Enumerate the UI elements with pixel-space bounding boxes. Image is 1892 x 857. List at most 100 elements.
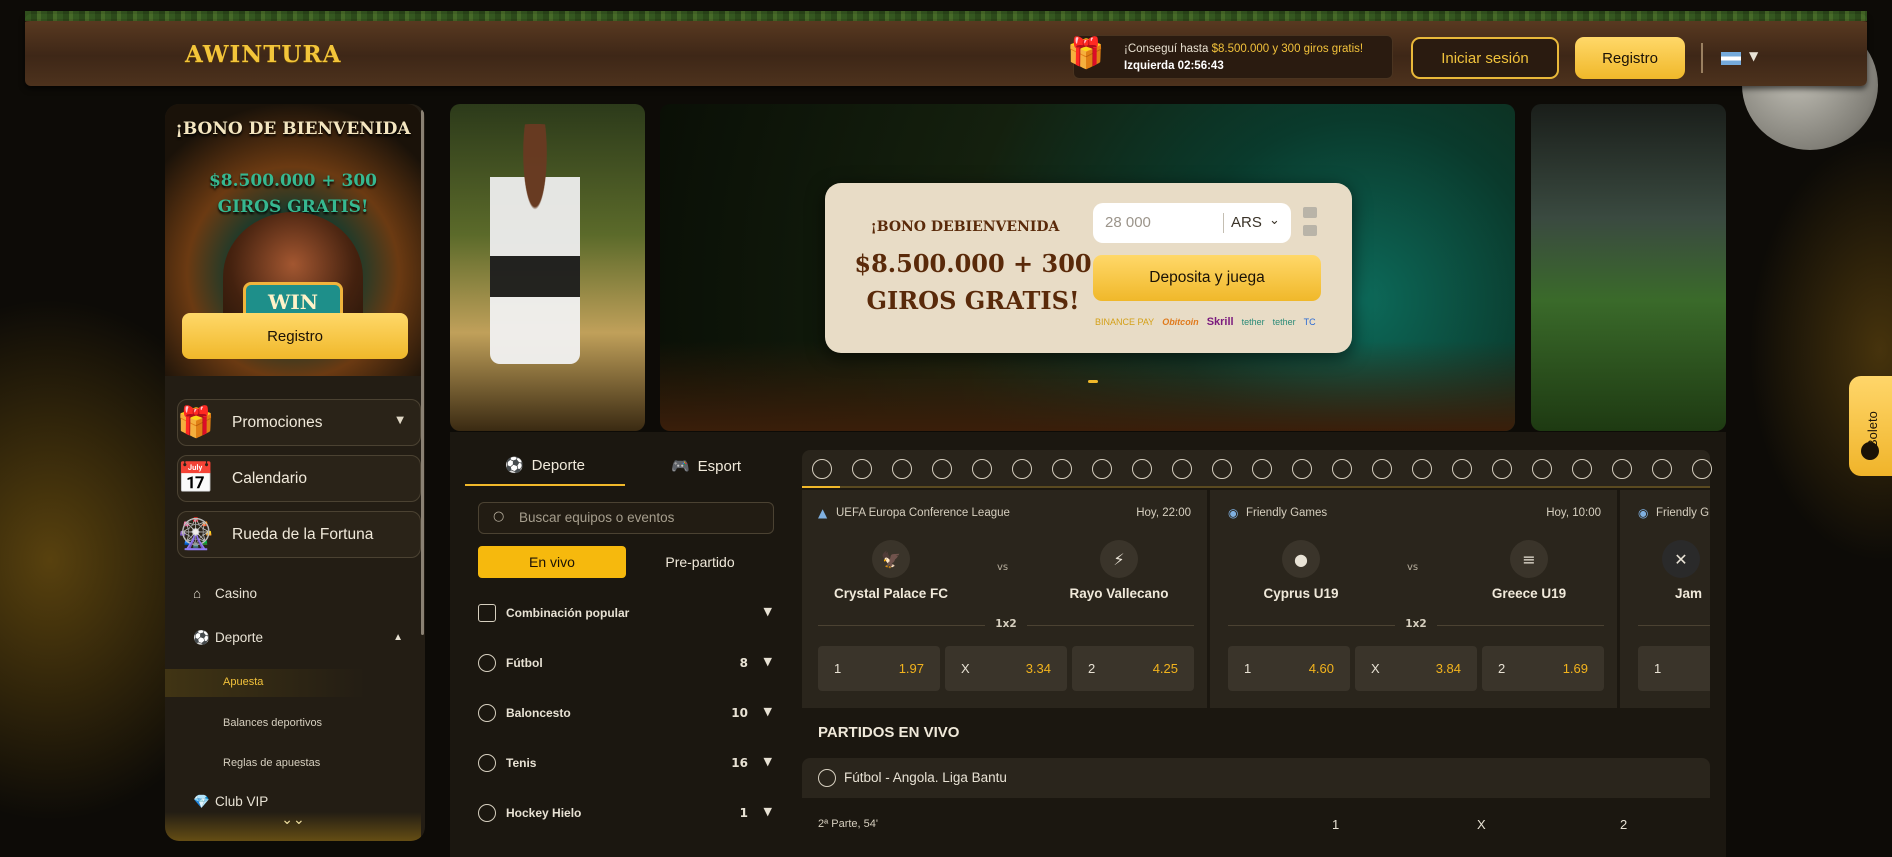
deposit-play-button[interactable]: Deposita y juega: [1093, 255, 1321, 301]
basketball-icon[interactable]: [852, 459, 872, 479]
sidebar-item-calendario[interactable]: 📅 Calendario: [177, 455, 421, 502]
sidebar-item-club-vip[interactable]: 💎 Club VIP: [193, 794, 268, 810]
baseball-icon[interactable]: [1012, 459, 1032, 479]
bonus-amount: $8.500.000 + 300 GIROS GRATIS!: [854, 249, 1092, 315]
logo[interactable]: AWINTURA: [185, 41, 341, 68]
chevron-down-icon: ▼: [396, 415, 404, 426]
golf-icon[interactable]: [1572, 459, 1592, 479]
login-button[interactable]: Iniciar sesión: [1411, 37, 1559, 79]
trophy-icon[interactable]: [1372, 459, 1392, 479]
field-divider: [1223, 213, 1224, 233]
sidebar-item-label: Calendario: [232, 470, 307, 487]
volleyball-icon[interactable]: [972, 459, 992, 479]
sidebar-scrollbar[interactable]: [421, 110, 424, 635]
sport-icons-bar: [802, 450, 1712, 488]
sport-label: Tenis: [506, 756, 537, 770]
odd-button[interactable]: 1: [1638, 646, 1710, 691]
tab-label: Esport: [697, 457, 742, 475]
chevron-down-icon[interactable]: ▼: [1749, 49, 1758, 63]
sidebar-item-promociones[interactable]: 🎁 Promociones ▼: [177, 399, 421, 446]
more-sports-icon[interactable]: [1692, 459, 1712, 479]
live-match-row[interactable]: 2ª Parte, 54' 1 X 2: [802, 800, 1710, 857]
calendar-icon: 📅: [177, 461, 215, 496]
player-illustration: [490, 124, 580, 364]
sport-row-hockey[interactable]: Hockey Hielo 1 ▼: [478, 800, 774, 830]
sport-count: 1: [739, 806, 748, 820]
betslip-tab[interactable]: Boleto: [1849, 376, 1892, 476]
market-label: 1x2: [802, 618, 1210, 630]
badminton-icon[interactable]: [1292, 459, 1312, 479]
sport-row-tenis[interactable]: Tenis 16 ▼: [478, 750, 774, 780]
live-toggle-button[interactable]: En vivo: [478, 546, 626, 578]
basketball-icon: [478, 704, 496, 722]
hockey-icon[interactable]: [932, 459, 952, 479]
sidebar-item-label: Deporte: [215, 630, 264, 645]
sport-row-baloncesto[interactable]: Baloncesto 10 ▼: [478, 700, 774, 730]
sidebar-sub-apuesta[interactable]: Apuesta: [223, 676, 263, 688]
match-card[interactable]: ◉ Friendly Games Hoy, 10:00 ● ≡ Cyprus U…: [1212, 490, 1620, 708]
odd-button[interactable]: 2 1.69: [1482, 646, 1604, 691]
chevron-down-icon[interactable]: ⌄: [1269, 213, 1280, 228]
home-team: Cyprus U19: [1263, 586, 1339, 601]
tab-esport[interactable]: 🎮 Esport: [625, 446, 787, 486]
sidebar-register-button[interactable]: Registro: [182, 313, 408, 359]
sidebar-sub-reglas[interactable]: Reglas de apuestas: [223, 757, 320, 769]
match-card[interactable]: ◉ Friendly G ✕ Jam 1: [1622, 490, 1710, 708]
live-league-header[interactable]: Fútbol - Angola. Liga Bantu: [802, 758, 1710, 798]
home-team: Crystal Palace FC: [833, 586, 949, 601]
tether-logo: tether: [1272, 317, 1296, 327]
home-team: Jam: [1674, 586, 1702, 601]
aussie-rules-icon[interactable]: [1652, 459, 1672, 479]
promo-countdown[interactable]: 🎁 ¡Conseguí hasta $8.500.000 y 300 giros…: [1067, 35, 1393, 79]
football-icon[interactable]: [1212, 459, 1232, 479]
carousel-indicator[interactable]: [1088, 380, 1098, 383]
sport-row-combinacion[interactable]: Combinación popular ▼: [478, 600, 774, 630]
deposit-amount-field[interactable]: 28 000 ARS ⌄: [1093, 203, 1291, 243]
cricket-icon[interactable]: [1132, 459, 1152, 479]
register-button[interactable]: Registro: [1575, 37, 1685, 79]
darts-icon[interactable]: [1092, 459, 1112, 479]
waterpolo-icon[interactable]: [1612, 459, 1632, 479]
prematch-toggle-button[interactable]: Pre-partido: [626, 546, 774, 578]
chevron-down-icon: ▼: [763, 805, 772, 818]
cycling-icon[interactable]: [1452, 459, 1472, 479]
gift-icon: 🎁: [177, 405, 215, 440]
soccer-ball-icon: [478, 654, 496, 672]
odd-button[interactable]: 1 1.97: [818, 646, 940, 691]
handball-icon[interactable]: [1052, 459, 1072, 479]
search-placeholder: Buscar equipos o eventos: [519, 510, 675, 525]
league-name: Friendly Games: [1246, 507, 1328, 519]
table-tennis-icon[interactable]: [1332, 459, 1352, 479]
sidebar-item-deporte[interactable]: ⚽ Deporte ▲: [193, 630, 403, 646]
sidebar-item-rueda-fortuna[interactable]: 🎡 Rueda de la Fortuna: [177, 511, 421, 558]
chevron-up-icon: ▲: [393, 632, 403, 643]
sport-row-futbol[interactable]: Fútbol 8 ▼: [478, 650, 774, 680]
tennis-icon[interactable]: [892, 459, 912, 479]
odd-button[interactable]: X 3.84: [1355, 646, 1477, 691]
amount-input[interactable]: 28 000: [1105, 214, 1151, 231]
sidebar-item-casino[interactable]: ⌂ Casino: [193, 586, 257, 601]
stadium-banner[interactable]: [1531, 104, 1726, 431]
tab-deporte[interactable]: ⚽ Deporte: [465, 446, 625, 486]
chevron-down-icon: ▼: [763, 655, 772, 668]
search-input[interactable]: ○ Buscar equipos o eventos: [478, 502, 774, 534]
double-chevron-down-icon[interactable]: ⌄⌄: [165, 812, 421, 841]
odd-button[interactable]: X 3.34: [945, 646, 1067, 691]
boxing-icon[interactable]: [1172, 459, 1192, 479]
rugby-icon[interactable]: [1252, 459, 1272, 479]
lottery-icon[interactable]: [1492, 459, 1512, 479]
football-player-banner[interactable]: [450, 104, 645, 431]
odd-button[interactable]: 1 4.60: [1228, 646, 1350, 691]
sport-count: 10: [731, 706, 748, 720]
chess-icon[interactable]: [1412, 459, 1432, 479]
argentina-flag-icon[interactable]: [1721, 52, 1741, 65]
match-card[interactable]: ▲ UEFA Europa Conference League Hoy, 22:…: [802, 490, 1210, 708]
currency-select[interactable]: ARS: [1231, 214, 1262, 231]
chevron-down-icon: ▼: [763, 755, 772, 768]
odd-button[interactable]: 2 4.25: [1072, 646, 1194, 691]
sidebar-sub-balances[interactable]: Balances deportivos: [223, 717, 322, 729]
sport-tabs: ⚽ Deporte 🎮 Esport: [465, 446, 787, 486]
soccer-icon[interactable]: [812, 459, 832, 479]
futsal-icon[interactable]: [1532, 459, 1552, 479]
bonus-title: ¡BONO DEBIENVENIDA: [870, 219, 1060, 235]
